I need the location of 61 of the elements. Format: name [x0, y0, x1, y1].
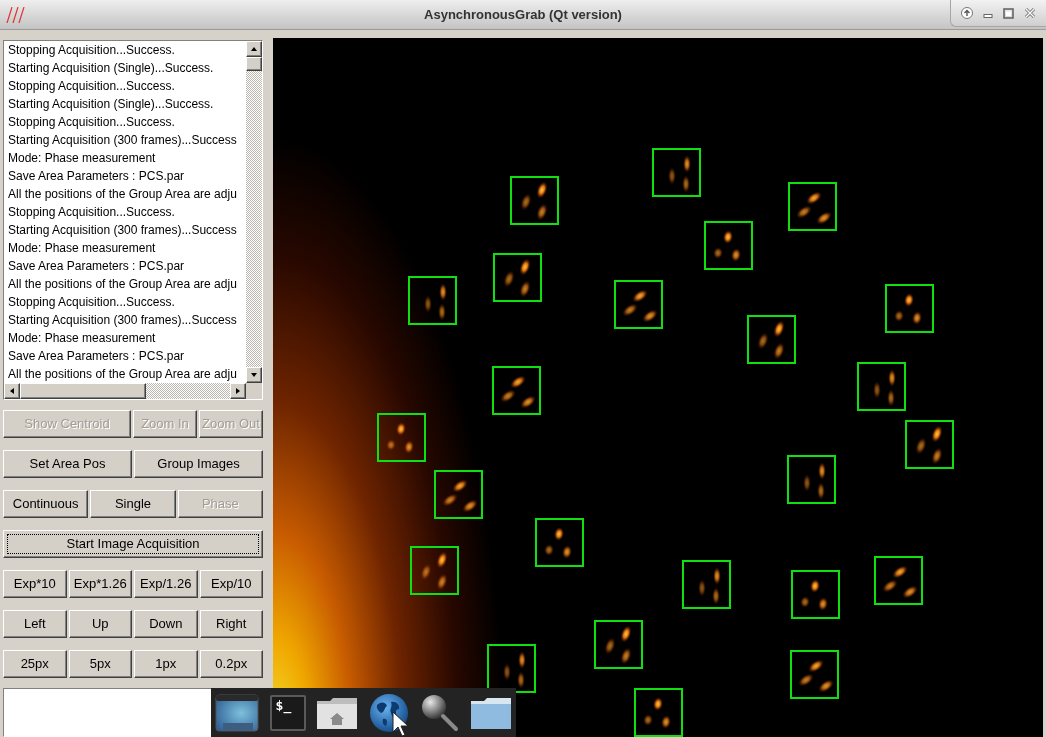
- up-triangle-icon: [250, 45, 258, 53]
- close-icon: [1023, 7, 1036, 19]
- exposure-up-10-button[interactable]: Exp*10: [3, 570, 67, 598]
- log-line: All the positions of the Group Area are adju: [8, 187, 237, 201]
- folder-icon[interactable]: [469, 695, 512, 730]
- exposure-down-10-button[interactable]: Exp/10: [199, 570, 263, 598]
- slashes-logo-icon: [6, 7, 26, 23]
- right-button[interactable]: Right: [199, 610, 263, 638]
- log-line: Stopping Acquisition...Success.: [8, 79, 175, 93]
- log-line: All the positions of the Group Area are adju: [8, 367, 237, 381]
- up-arrow-button[interactable]: [960, 6, 975, 20]
- log-line: Starting Acquisition (300 frames)...Success: [8, 133, 237, 147]
- log-line: Starting Acquisition (300 frames)...Success: [8, 223, 237, 237]
- left-triangle-icon: [8, 387, 16, 395]
- scroll-thumb[interactable]: [246, 57, 262, 71]
- log-line: All the positions of the Group Area are adju: [8, 277, 237, 291]
- up-arrow-icon: [961, 7, 974, 19]
- step-25px-button[interactable]: 25px: [3, 650, 67, 678]
- exposure-up-small-button[interactable]: Exp*1.26: [68, 570, 132, 598]
- window-title: AsynchronousGrab (Qt version): [424, 5, 622, 24]
- set-area-pos-button[interactable]: Set Area Pos: [3, 450, 132, 478]
- continuous-button[interactable]: Continuous: [3, 490, 89, 518]
- log-line: Starting Acquisition (300 frames)...Success: [8, 313, 237, 327]
- log-line: Starting Acquisition (Single)...Success.: [8, 97, 214, 111]
- scroll-right-button[interactable]: [230, 383, 246, 399]
- scroll-left-button[interactable]: [4, 383, 20, 399]
- log-line: Starting Acquisition (Single)...Success.: [8, 61, 214, 75]
- log-line: Save Area Parameters : PCS.par: [8, 169, 185, 183]
- terminal-icon[interactable]: $_: [269, 694, 306, 731]
- log-line: Mode: Phase measurement: [8, 331, 156, 345]
- maximize-icon: [1003, 7, 1015, 19]
- text-output-field[interactable]: [3, 688, 211, 737]
- single-button[interactable]: Single: [90, 490, 176, 518]
- log-line: Save Area Parameters : PCS.par: [8, 349, 185, 363]
- log-line: Stopping Acquisition...Success.: [8, 43, 175, 57]
- step-5px-button[interactable]: 5px: [68, 650, 132, 678]
- close-button[interactable]: [1022, 6, 1037, 20]
- right-triangle-icon: [234, 387, 242, 395]
- desktop-screen-icon[interactable]: [215, 693, 259, 732]
- search-icon[interactable]: [419, 692, 460, 733]
- log-line: Stopping Acquisition...Success.: [8, 205, 175, 219]
- log-line: Mode: Phase measurement: [8, 241, 156, 255]
- log-line: Save Area Parameters : PCS.par: [8, 259, 185, 273]
- down-triangle-icon: [250, 371, 258, 379]
- exposure-down-small-button[interactable]: Exp/1.26: [134, 570, 198, 598]
- log-line: Stopping Acquisition...Success.: [8, 295, 175, 309]
- up-button[interactable]: Up: [68, 610, 132, 638]
- scroll-thumb[interactable]: [20, 383, 146, 399]
- scroll-down-button[interactable]: [246, 367, 262, 383]
- step-0-2px-button[interactable]: 0.2px: [199, 650, 263, 678]
- maximize-button[interactable]: [1001, 6, 1016, 20]
- scrollbar-corner: [246, 383, 262, 399]
- down-button[interactable]: Down: [134, 610, 198, 638]
- group-images-button[interactable]: Group Images: [134, 450, 263, 478]
- start-acquisition-button[interactable]: Start Image Acquisition: [3, 530, 263, 558]
- scroll-up-button[interactable]: [246, 41, 262, 57]
- step-1px-button[interactable]: 1px: [134, 650, 198, 678]
- log-line: Stopping Acquisition...Success.: [8, 115, 175, 129]
- log-line: Mode: Phase measurement: [8, 151, 156, 165]
- left-button[interactable]: Left: [3, 610, 67, 638]
- home-folder-icon[interactable]: [316, 695, 359, 730]
